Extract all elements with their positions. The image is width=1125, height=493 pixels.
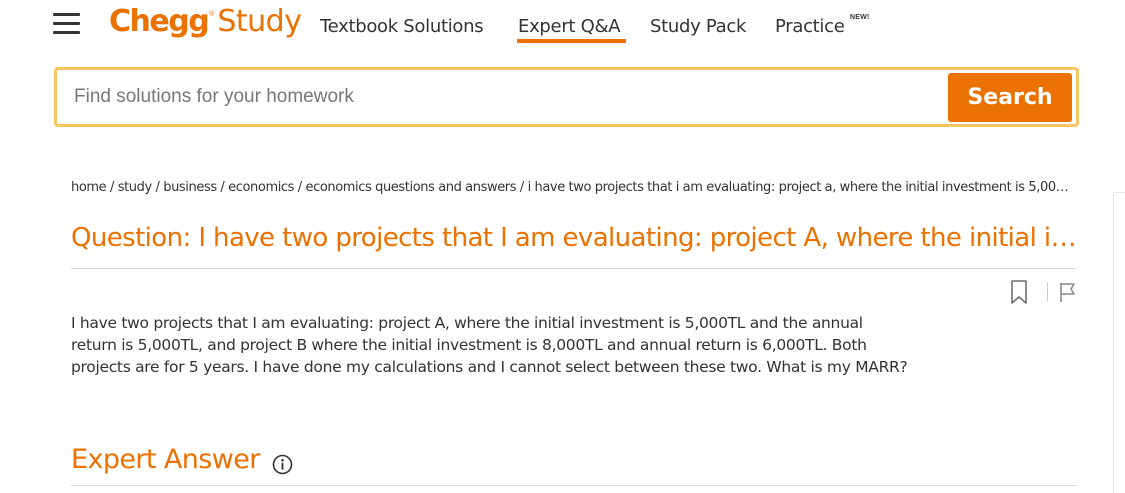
- breadcrumb-separator: /: [151, 180, 164, 195]
- breadcrumb-item-current-question: i have two projects that i am evaluating…: [527, 180, 1075, 195]
- breadcrumb-item-business[interactable]: business: [163, 180, 217, 195]
- nav-study-pack[interactable]: Study Pack: [650, 16, 746, 37]
- nav-active-indicator: [517, 39, 626, 43]
- question-title: Question: I have two projects that I am …: [71, 223, 1081, 261]
- search-input[interactable]: [74, 84, 934, 110]
- hamburger-menu-icon[interactable]: [53, 13, 80, 35]
- nav-textbook-solutions[interactable]: Textbook Solutions: [320, 16, 484, 37]
- hamburger-line: [53, 22, 80, 25]
- title-divider: [71, 268, 1077, 269]
- side-panel-edge: [1113, 192, 1125, 493]
- question-prefix: Question:: [71, 223, 191, 253]
- flag-icon[interactable]: [1058, 281, 1078, 303]
- breadcrumb-separator: /: [516, 180, 528, 195]
- search-button[interactable]: Search: [948, 73, 1072, 122]
- breadcrumb-item-economics-qa[interactable]: economics questions and answers: [306, 180, 517, 195]
- breadcrumb-separator: /: [216, 180, 229, 195]
- breadcrumb-item-home[interactable]: home: [71, 180, 107, 195]
- breadcrumb-item-economics[interactable]: economics: [228, 180, 294, 195]
- logo-brand-text: Chegg: [109, 4, 210, 39]
- breadcrumb: home / study / business / economics / ec…: [71, 180, 1075, 195]
- icon-divider: [1047, 282, 1048, 301]
- info-icon[interactable]: [272, 454, 293, 475]
- answer-divider: [71, 485, 1077, 486]
- hamburger-line: [53, 13, 80, 16]
- question-body: I have two projects that I am evaluating…: [71, 314, 908, 376]
- new-badge: NEW!: [850, 14, 870, 21]
- search-bar: Search: [54, 67, 1079, 127]
- hamburger-line: [53, 31, 80, 34]
- nav-practice[interactable]: Practice: [775, 16, 845, 37]
- chegg-study-logo[interactable]: Chegg ® Study: [109, 4, 302, 44]
- logo-registered-mark: ®: [209, 11, 215, 18]
- breadcrumb-separator: /: [106, 180, 118, 195]
- nav-expert-qa[interactable]: Expert Q&A: [518, 16, 621, 37]
- breadcrumb-item-study[interactable]: study: [118, 180, 152, 195]
- breadcrumb-separator: /: [294, 180, 306, 195]
- expert-answer-heading: Expert Answer: [71, 444, 260, 475]
- question-title-text: I have two projects that I am evaluating…: [198, 223, 1081, 253]
- logo-product-text: Study: [217, 4, 302, 39]
- bookmark-icon[interactable]: [1009, 279, 1029, 305]
